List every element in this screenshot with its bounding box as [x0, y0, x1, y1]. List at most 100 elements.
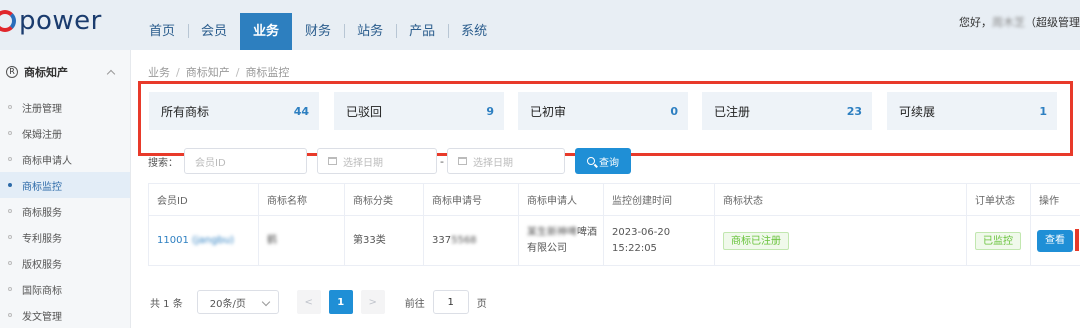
sidebar-item-monitoring[interactable]: 商标监控: [0, 172, 130, 198]
nav-members[interactable]: 会员: [188, 13, 240, 50]
stat-registered[interactable]: 已注册 23: [702, 92, 872, 130]
sidebar-item-nanny-registration[interactable]: 保姆注册: [0, 120, 130, 146]
nav-finance[interactable]: 财务: [292, 13, 344, 50]
logo-mark: [0, 10, 16, 32]
app-no-hidden: 5568: [451, 234, 477, 246]
page-1-button[interactable]: 1: [328, 290, 353, 314]
table-header-row: 会员ID 商标名称 商标分类 商标申请号 商标申请人 监控创建时间 商标状态 订…: [148, 183, 1080, 216]
sidebar-item-patent-service[interactable]: 专利服务: [0, 224, 130, 250]
sidebar-item-copyright-service[interactable]: 版权服务: [0, 250, 130, 276]
column-header: 监控创建时间: [603, 183, 715, 216]
next-page-button[interactable]: >: [360, 290, 385, 314]
breadcrumb: 业务 / 商标知产 / 商标监控: [148, 64, 289, 80]
user-greeting[interactable]: 您好，周木芝（超级管理: [959, 14, 1080, 30]
column-header: 商标申请号: [423, 183, 519, 216]
action-cell: 查看: [1030, 215, 1080, 266]
breadcrumb-item[interactable]: 业务: [148, 66, 170, 79]
calendar-icon: [328, 157, 337, 165]
sidebar-item-trademark-service[interactable]: 商标服务: [0, 198, 130, 224]
stat-value: 44: [293, 104, 309, 118]
column-header: 操作: [1030, 183, 1080, 216]
stat-rejected[interactable]: 已驳回 9: [334, 92, 504, 130]
goto-page-input[interactable]: 1: [432, 290, 469, 314]
date-separator: -: [440, 154, 444, 168]
greeting-role: （超级管理: [1025, 16, 1080, 29]
sidebar-item-international[interactable]: 国际商标: [0, 276, 130, 302]
column-header: 商标名称: [258, 183, 345, 216]
page-suffix: 页: [476, 298, 487, 310]
monitoring-table: 会员ID 商标名称 商标分类 商标申请号 商标申请人 监控创建时间 商标状态 订…: [148, 183, 1080, 266]
sidebar-item-label: 商标服务: [22, 207, 62, 219]
user-name: 周木芝: [992, 16, 1025, 29]
bullet-icon: [8, 235, 12, 239]
nav-products[interactable]: 产品: [396, 13, 448, 50]
nav-home[interactable]: 首页: [136, 13, 188, 50]
stat-label: 已注册: [714, 104, 751, 119]
sidebar-item-registration[interactable]: 注册管理: [0, 94, 130, 120]
nav-site[interactable]: 站务: [344, 13, 396, 50]
search-label: 搜索：: [148, 157, 178, 169]
sidebar-item-label: 商标申请人: [22, 155, 72, 167]
breadcrumb-separator: /: [235, 66, 240, 79]
sidebar-item-label: 国际商标: [22, 285, 62, 297]
tm-status-cell: 商标已注册: [714, 215, 967, 266]
greeting-prefix: 您好，: [959, 16, 992, 29]
order-status-badge: 已监控: [975, 231, 1021, 250]
action-button-edge[interactable]: [1075, 229, 1079, 251]
member-alias: (jangbu): [192, 234, 235, 246]
query-button[interactable]: 查询: [575, 148, 631, 174]
stat-value: 9: [486, 104, 494, 118]
prev-page-button[interactable]: <: [296, 290, 321, 314]
goto-label: 前往: [404, 298, 425, 310]
breadcrumb-item[interactable]: 商标知产: [186, 66, 230, 79]
member-id-link[interactable]: 11001: [157, 235, 189, 246]
bullet-icon: [8, 209, 12, 213]
bullet-icon: [8, 261, 12, 265]
total-count: 共 1 条: [150, 298, 183, 310]
applicant-line2: 有限公司: [527, 242, 567, 254]
sidebar-item-label: 版权服务: [22, 259, 62, 271]
bullet-icon: [8, 105, 12, 109]
calendar-icon: [458, 157, 467, 165]
stat-all-trademarks[interactable]: 所有商标 44: [149, 92, 319, 130]
bullet-icon: [8, 131, 12, 135]
created-at-cell: 2023-06-20 15:22:05: [603, 215, 715, 266]
app-no: 337: [432, 234, 452, 246]
sidebar-group-trademark[interactable]: R 商标知产: [0, 50, 130, 94]
bullet-icon: [8, 183, 12, 187]
registered-icon: R: [6, 66, 18, 78]
nav-business[interactable]: 业务: [240, 13, 293, 50]
stat-label: 已驳回: [346, 104, 383, 119]
nav-system[interactable]: 系统: [448, 13, 500, 50]
applicant-cell: 某生新神啤啤酒 有限公司: [518, 215, 604, 266]
date-start-input[interactable]: 选择日期: [317, 148, 437, 174]
stat-renewable[interactable]: 可续展 1: [887, 92, 1057, 130]
bullet-icon: [8, 157, 12, 161]
date-end-input[interactable]: 选择日期: [447, 148, 565, 174]
page-size-select[interactable]: 20条/页: [196, 290, 279, 314]
stat-value: 23: [846, 104, 862, 118]
main-nav: 首页 会员 业务 财务 站务 产品 系统: [136, 13, 500, 50]
column-header: 商标分类: [344, 183, 424, 216]
pagination: 共 1 条 20条/页 < 1 > 前往 1 页: [150, 290, 487, 314]
query-label: 查询: [599, 157, 619, 169]
date-end-placeholder: 选择日期: [473, 157, 513, 169]
app-no-cell: 3375568: [423, 215, 519, 266]
sidebar-group-label: 商标知产: [24, 66, 68, 79]
logo[interactable]: power: [0, 4, 102, 38]
column-header: 会员ID: [148, 183, 259, 216]
bullet-icon: [8, 287, 12, 291]
chevron-up-icon: [106, 69, 116, 79]
sidebar-item-applicants[interactable]: 商标申请人: [0, 146, 130, 172]
stat-preliminary[interactable]: 已初审 0: [518, 92, 688, 130]
sidebar: R 商标知产 注册管理 保姆注册 商标申请人 商标监控 商标服务 专利服务 版权…: [0, 50, 131, 328]
member-id-cell[interactable]: 11001 (jangbu): [148, 215, 259, 266]
stat-label: 所有商标: [161, 104, 210, 119]
view-button[interactable]: 查看: [1037, 230, 1073, 252]
search-bar: 搜索： 会员ID 选择日期 - 选择日期 查询: [148, 148, 631, 174]
sidebar-item-documents[interactable]: 发文管理: [0, 302, 130, 328]
member-id-input[interactable]: 会员ID: [184, 148, 307, 174]
sidebar-item-label: 保姆注册: [22, 129, 62, 141]
bullet-icon: [8, 313, 12, 317]
breadcrumb-item: 商标监控: [245, 66, 290, 79]
